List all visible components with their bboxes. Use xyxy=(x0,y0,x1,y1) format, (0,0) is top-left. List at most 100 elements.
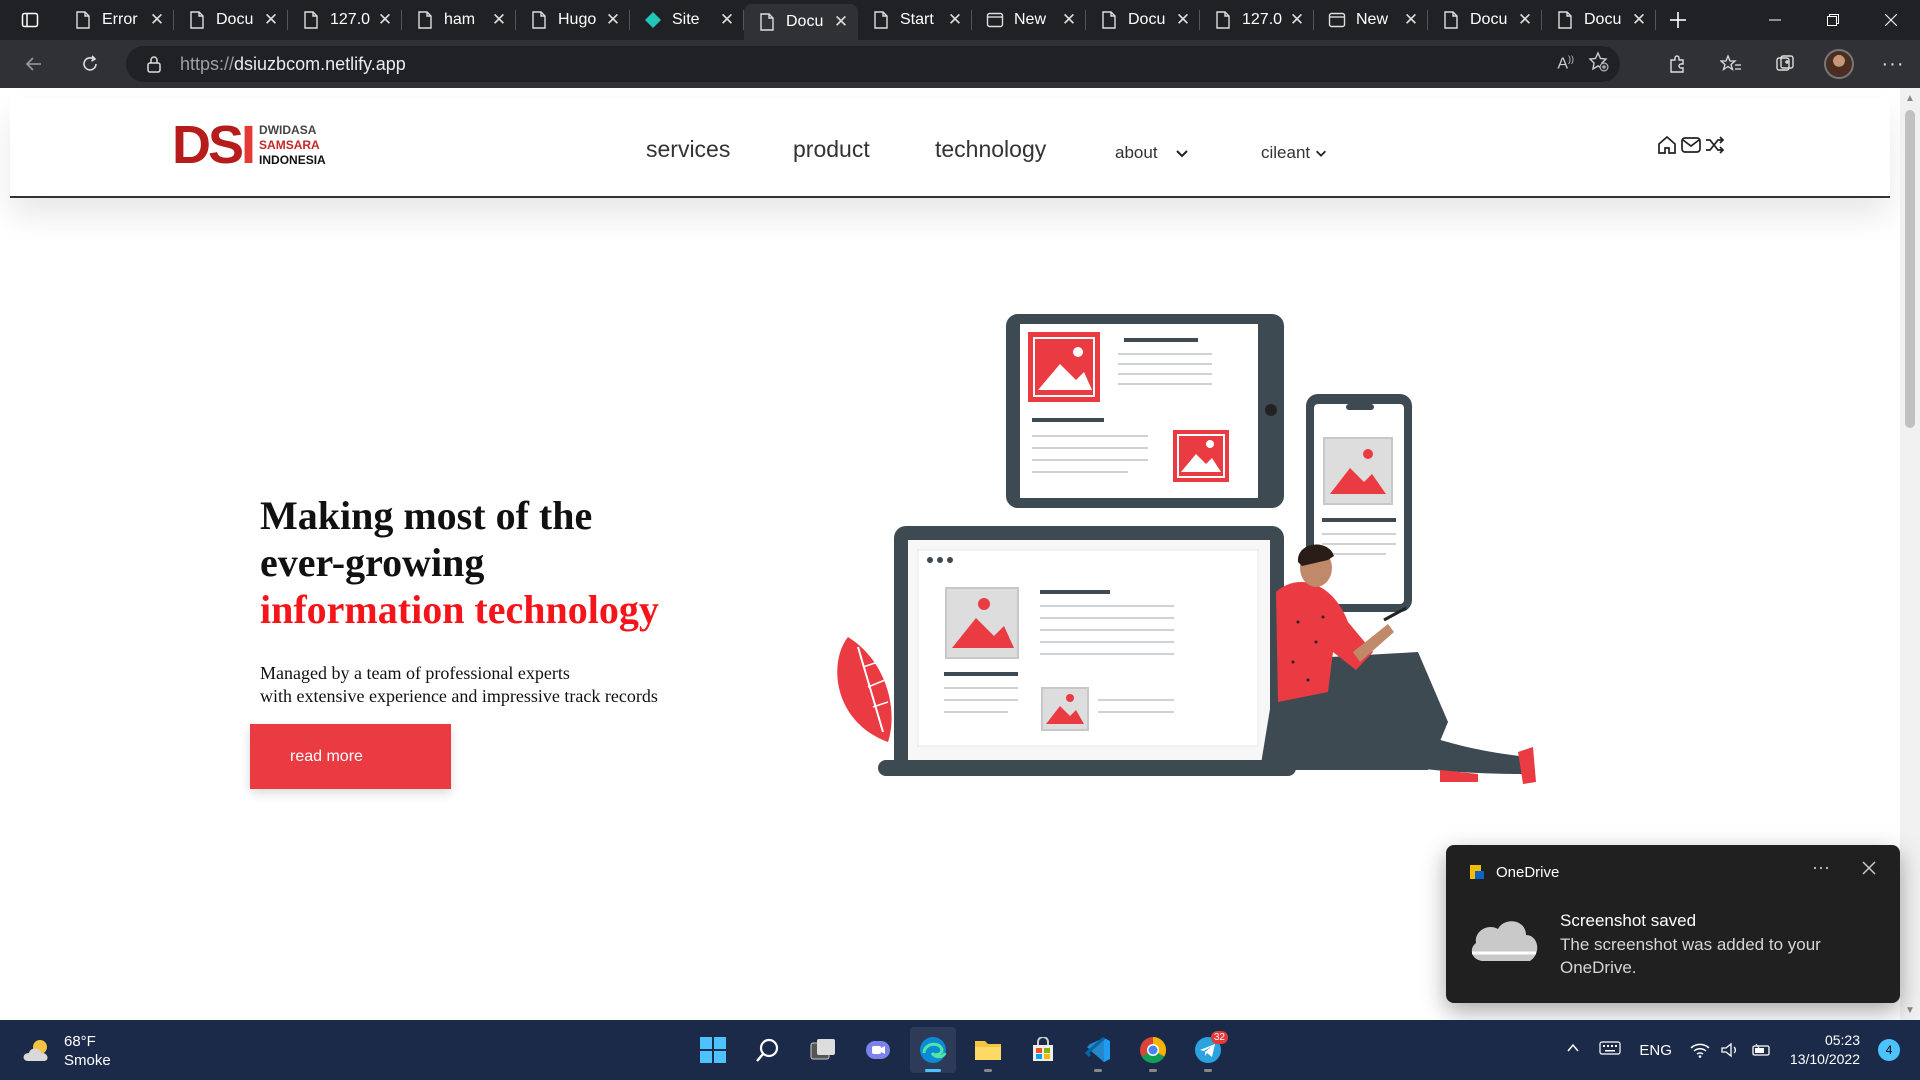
nav-services[interactable]: services xyxy=(646,136,730,163)
volume-icon xyxy=(1721,1042,1736,1058)
telegram-button[interactable]: 32 xyxy=(1185,1027,1231,1073)
telegram-unread-badge: 32 xyxy=(1210,1031,1228,1044)
tab-close-icon[interactable]: ✕ xyxy=(946,10,964,30)
nav-cileant-dropdown[interactable]: cileant xyxy=(1261,143,1328,163)
tab-title: New xyxy=(1014,11,1047,28)
mail-icon[interactable] xyxy=(1680,134,1702,161)
video-chat-icon xyxy=(866,1041,890,1059)
task-view-button[interactable] xyxy=(800,1027,846,1073)
newtab-icon xyxy=(986,11,1004,29)
address-bar[interactable]: https://dsiuzbcom.netlify.app A)) xyxy=(126,46,1620,82)
tab-close-icon[interactable]: ✕ xyxy=(262,10,280,30)
tab-title: Hugo xyxy=(558,11,597,28)
tab-close-icon[interactable]: ✕ xyxy=(490,10,508,30)
avatar xyxy=(1824,49,1854,79)
system-clock[interactable]: 05:23 13/10/2022 xyxy=(1790,1031,1860,1069)
toast-body: The screenshot was added to your OneDriv… xyxy=(1560,935,1821,977)
tab-close-icon[interactable]: ✕ xyxy=(604,10,622,30)
nav-product[interactable]: product xyxy=(793,136,870,163)
browser-tab[interactable]: New ✕ xyxy=(1314,0,1428,40)
scrollbar-thumb[interactable] xyxy=(1905,110,1915,428)
minimize-button[interactable] xyxy=(1746,0,1804,40)
browser-tab[interactable]: Site ✕ xyxy=(630,0,744,40)
chat-button[interactable] xyxy=(855,1027,901,1073)
close-window-button[interactable] xyxy=(1862,0,1920,40)
tab-close-icon[interactable]: ✕ xyxy=(148,10,166,30)
tab-close-icon[interactable]: ✕ xyxy=(1402,10,1420,30)
browser-tab[interactable]: Docu ✕ xyxy=(1428,0,1542,40)
collections-button[interactable] xyxy=(1758,40,1812,88)
tab-close-icon[interactable]: ✕ xyxy=(832,12,850,32)
refresh-button[interactable] xyxy=(62,40,118,88)
back-button[interactable] xyxy=(6,40,62,88)
vscode-button[interactable] xyxy=(1075,1027,1121,1073)
browser-tab[interactable]: Docu ✕ xyxy=(174,0,288,40)
tab-close-icon[interactable]: ✕ xyxy=(718,10,736,30)
toast-app-header: OneDrive xyxy=(1468,863,1559,881)
site-header: DSI DWIDASA SAMSARA INDONESIA services p… xyxy=(10,98,1890,198)
tab-close-icon[interactable]: ✕ xyxy=(376,10,394,30)
browser-tab[interactable]: Error ✕ xyxy=(60,0,174,40)
read-more-button[interactable]: read more xyxy=(250,724,451,789)
hero-title: Making most of the ever-growing informat… xyxy=(260,492,820,633)
notification-count-badge[interactable]: 4 xyxy=(1878,1039,1900,1061)
browser-tab[interactable]: Docu ✕ xyxy=(1086,0,1200,40)
edge-taskbar-button[interactable] xyxy=(910,1027,956,1073)
browser-tab[interactable]: Start ✕ xyxy=(858,0,972,40)
plus-icon xyxy=(1670,12,1686,28)
wifi-icon xyxy=(1690,1043,1710,1058)
scroll-up-icon[interactable]: ▲ xyxy=(1900,88,1920,108)
keyboard-icon[interactable] xyxy=(1599,1040,1622,1060)
scroll-down-icon[interactable]: ▼ xyxy=(1900,1000,1920,1020)
tab-close-icon[interactable]: ✕ xyxy=(1630,10,1648,30)
nav-about-dropdown[interactable]: about xyxy=(1115,143,1190,163)
browser-tab[interactable]: Hugo ✕ xyxy=(516,0,630,40)
shuffle-icon[interactable] xyxy=(1704,134,1726,161)
settings-more-button[interactable]: ··· xyxy=(1866,40,1920,88)
favorites-button[interactable] xyxy=(1704,40,1758,88)
browser-tab[interactable]: ham ✕ xyxy=(402,0,516,40)
new-tab-button[interactable] xyxy=(1656,0,1700,40)
logo[interactable]: DSI DWIDASA SAMSARA INDONESIA xyxy=(172,118,326,172)
onedrive-toast[interactable]: OneDrive ··· Screenshot saved The screen… xyxy=(1446,845,1900,1003)
nav-technology[interactable]: technology xyxy=(935,136,1046,163)
read-aloud-icon[interactable]: A)) xyxy=(1557,54,1574,73)
start-button[interactable] xyxy=(690,1027,736,1073)
restore-button[interactable] xyxy=(1804,0,1862,40)
tab-close-icon[interactable]: ✕ xyxy=(1288,10,1306,30)
profile-button[interactable] xyxy=(1812,40,1866,88)
extensions-button[interactable] xyxy=(1650,40,1704,88)
minimize-icon xyxy=(1769,19,1781,21)
browser-tab[interactable]: New ✕ xyxy=(972,0,1086,40)
chevron-down-icon xyxy=(1175,150,1188,158)
leaf-decoration xyxy=(837,637,892,742)
weather-widget[interactable]: 68°F Smoke xyxy=(22,1032,111,1070)
lock-icon[interactable] xyxy=(146,55,162,73)
tab-close-icon[interactable]: ✕ xyxy=(1516,10,1534,30)
browser-tab[interactable]: Docu ✕ xyxy=(744,4,858,40)
toast-more-button[interactable]: ··· xyxy=(1812,857,1830,878)
vscode-icon xyxy=(1084,1036,1110,1062)
browser-tab[interactable]: 127.0 ✕ xyxy=(288,0,402,40)
newtab-icon xyxy=(1328,11,1346,29)
browser-tab[interactable]: 127.0 ✕ xyxy=(1200,0,1314,40)
page-scrollbar[interactable]: ▲ ▼ xyxy=(1900,88,1920,1020)
tablet-device xyxy=(1006,314,1284,508)
refresh-icon xyxy=(83,55,97,71)
tab-actions-button[interactable] xyxy=(0,0,60,40)
tab-close-icon[interactable]: ✕ xyxy=(1174,10,1192,30)
store-button[interactable] xyxy=(1020,1027,1066,1073)
folder-icon xyxy=(975,1041,1001,1060)
quick-settings[interactable] xyxy=(1690,1042,1772,1058)
search-button[interactable] xyxy=(745,1027,791,1073)
toast-close-button[interactable] xyxy=(1862,859,1876,880)
file-explorer-button[interactable] xyxy=(965,1027,1011,1073)
browser-tab[interactable]: Docu ✕ xyxy=(1542,0,1656,40)
clock-time: 05:23 xyxy=(1824,1032,1860,1048)
tab-close-icon[interactable]: ✕ xyxy=(1060,10,1078,30)
language-indicator[interactable]: ENG xyxy=(1639,1042,1672,1059)
chrome-button[interactable] xyxy=(1130,1027,1176,1073)
home-icon[interactable] xyxy=(1656,134,1678,161)
add-favorite-icon[interactable] xyxy=(1588,50,1610,78)
chevron-up-icon[interactable] xyxy=(1565,1040,1581,1060)
